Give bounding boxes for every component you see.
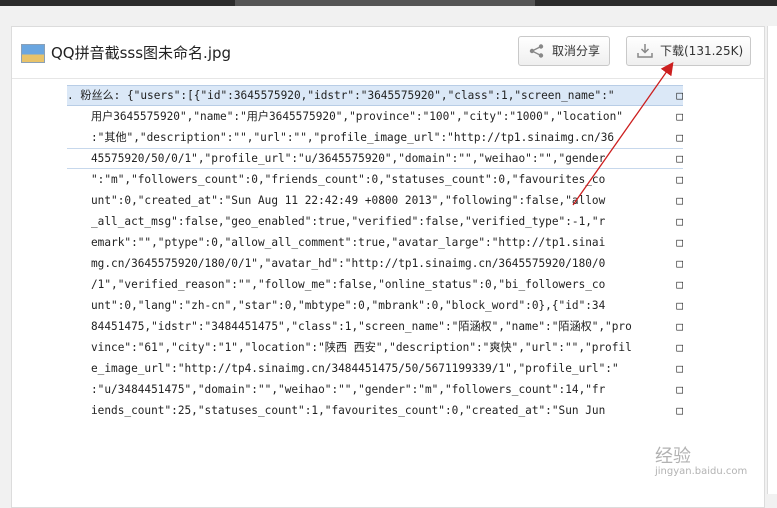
- code-line: 用户3645575920","name":"用户3645575920","pro…: [91, 110, 683, 123]
- code-line: 45575920/50/0/1","profile_url":"u/364557…: [67, 148, 683, 169]
- code-line: e_image_url":"http://tp4.sinaimg.cn/3484…: [91, 362, 683, 375]
- code-line: ":"m","followers_count":0,"friends_count…: [91, 173, 683, 186]
- code-line: :"其他","description":"","url":"","profile…: [91, 131, 683, 144]
- code-line: unt":0,"lang":"zh-cn","star":0,"mbtype":…: [91, 299, 683, 312]
- right-sidebar-edge: [767, 26, 777, 494]
- code-line: . 粉丝么: {"users":[{"id":3645575920,"idstr…: [67, 85, 683, 106]
- share-icon: [529, 44, 544, 58]
- baidu-jingyan-watermark: 经验 jingyan.baidu.com: [655, 446, 748, 477]
- preview-header: QQ拼音截sss图未命名.jpg 取消分享 下载(131.25K): [12, 27, 764, 79]
- top-bar-tab: [235, 0, 535, 6]
- code-line: vince":"61","city":"1","location":"陕西 西安…: [91, 341, 683, 354]
- download-label: 下载(131.25K): [660, 44, 744, 58]
- code-line: mg.cn/3645575920/180/0/1","avatar_hd":"h…: [91, 257, 683, 270]
- code-line: 84451475,"idstr":"3484451475","class":1,…: [91, 320, 683, 333]
- download-button[interactable]: 下载(131.25K): [626, 36, 751, 66]
- code-line: unt":0,"created_at":"Sun Aug 11 22:42:49…: [91, 194, 683, 207]
- screenshot-content: . 粉丝么: {"users":[{"id":3645575920,"idstr…: [67, 85, 683, 421]
- cancel-share-button[interactable]: 取消分享: [518, 36, 610, 66]
- download-icon: [637, 44, 653, 58]
- code-line: iends_count":25,"statuses_count":1,"favo…: [91, 404, 683, 417]
- code-line: _all_act_msg":false,"geo_enabled":true,"…: [91, 215, 683, 228]
- top-bar: [0, 0, 777, 6]
- code-line: /1","verified_reason":"","follow_me":fal…: [91, 278, 683, 291]
- cancel-share-label: 取消分享: [552, 44, 601, 58]
- code-line: emark":"","ptype":0,"allow_all_comment":…: [91, 236, 683, 249]
- file-name: QQ拼音截sss图未命名.jpg: [51, 44, 232, 62]
- code-line: :"u/3484451475","domain":"","weihao":"",…: [91, 383, 683, 396]
- image-file-icon: [21, 44, 45, 63]
